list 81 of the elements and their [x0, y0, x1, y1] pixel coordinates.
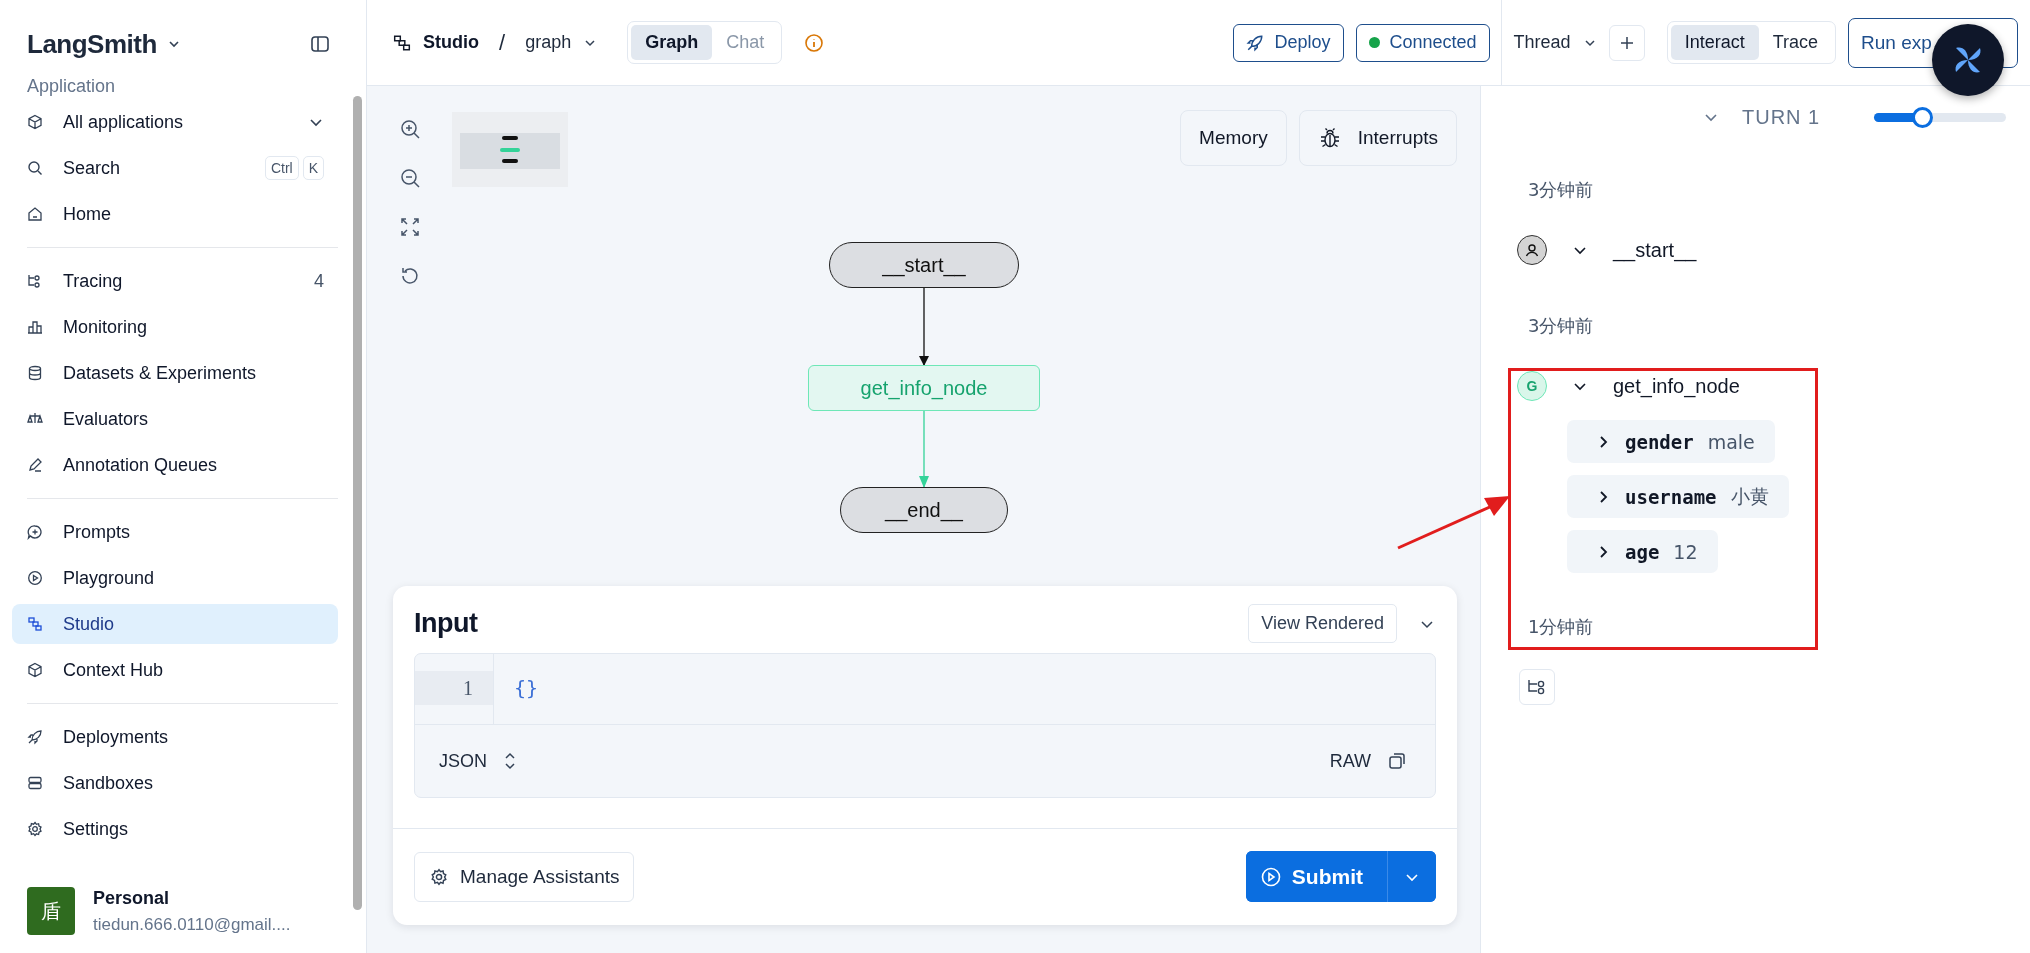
new-thread-button[interactable] [1608, 24, 1645, 61]
fit-view-icon[interactable] [399, 216, 421, 238]
brand-logo[interactable]: LangSmith [27, 28, 157, 60]
sort-arrows-icon[interactable] [503, 752, 517, 770]
turn-label: TURN 1 [1742, 105, 1822, 129]
shortcut-key: Ctrl [264, 156, 299, 180]
rocket-icon [1246, 33, 1265, 52]
breadcrumb-link[interactable]: Studio [423, 32, 479, 53]
code-editor[interactable]: 1 {} JSON RAW [414, 653, 1436, 798]
search-icon [27, 160, 43, 176]
output-field[interactable]: age 12 [1567, 530, 1718, 573]
user-avatar [1517, 235, 1547, 265]
scrollbar[interactable] [353, 96, 362, 910]
timestamp: 1分钟前 [1527, 615, 1595, 639]
account-switcher[interactable]: 盾 Personal tiedun.666.0110@gmail.... [12, 887, 338, 935]
line-number: 1 [415, 671, 493, 705]
trace-button[interactable] [1519, 669, 1555, 705]
cube-icon [27, 114, 43, 130]
graph-node[interactable]: __start__ [829, 242, 1019, 288]
settings-icon [430, 867, 448, 886]
item-count: 4 [314, 270, 324, 292]
node-avatar: G [1517, 371, 1547, 401]
nav-item[interactable]: Monitoring [12, 307, 338, 347]
input-title: Input [414, 608, 478, 639]
turn-slider[interactable] [1874, 106, 2006, 128]
timestamp: 3分钟前 [1527, 178, 1595, 202]
sidebar-toggle-icon[interactable] [310, 34, 330, 54]
nav-item[interactable]: Context Hub [12, 650, 338, 690]
nav-item[interactable]: Settings [12, 809, 338, 849]
view-rendered-button[interactable]: View Rendered [1248, 604, 1397, 643]
deploy-button[interactable]: Deploy [1233, 23, 1344, 62]
memory-button[interactable]: Memory [1180, 110, 1287, 166]
reset-icon[interactable] [399, 265, 421, 287]
copy-icon[interactable] [1387, 751, 1407, 771]
nav-item[interactable]: Sandboxes [12, 763, 338, 803]
settings-icon [27, 821, 43, 837]
output-field[interactable]: username 小黄 [1567, 475, 1789, 518]
app-selector[interactable]: All applications [12, 102, 338, 142]
mode-tab[interactable]: Interact [1670, 25, 1759, 60]
prompts-icon [27, 524, 43, 540]
raw-toggle[interactable]: RAW [1329, 750, 1371, 772]
breadcrumb-separator: / [499, 29, 506, 56]
playground-icon [27, 570, 43, 586]
account-name: Personal [93, 887, 171, 909]
info-icon[interactable] [804, 32, 825, 53]
output-field[interactable]: gender male [1567, 420, 1775, 463]
nav-item[interactable]: Home [12, 194, 338, 234]
mode-tab[interactable]: Trace [1758, 25, 1832, 60]
submit-button[interactable]: Submit [1245, 851, 1388, 902]
nav-item[interactable]: Annotation Queues [12, 445, 338, 485]
monitoring-icon [27, 319, 43, 335]
account-avatar: 盾 [27, 887, 75, 935]
zoom-in-icon[interactable] [399, 118, 421, 140]
run-name[interactable]: __start__ [1613, 238, 1697, 262]
run-name[interactable]: get_info_node [1613, 374, 1740, 398]
format-selector[interactable]: JSON [439, 750, 487, 772]
graph-selector[interactable]: graph [525, 32, 572, 53]
play-icon [1259, 865, 1282, 888]
shortcut-key: K [302, 156, 324, 180]
graph-node[interactable]: __end__ [840, 487, 1008, 533]
section-label: Application [26, 75, 117, 98]
manage-assistants-button[interactable]: Manage Assistants [414, 851, 635, 902]
floating-action-button[interactable] [1932, 24, 2004, 96]
zoom-out-icon[interactable] [399, 167, 421, 189]
home-icon [27, 206, 43, 222]
connection-status-button[interactable]: Connected [1355, 23, 1490, 62]
thread-selector[interactable]: Thread [1513, 32, 1571, 53]
search-item[interactable]: Search Ctrl K [12, 148, 338, 188]
nav-item[interactable]: Evaluators [12, 399, 338, 439]
nav-item[interactable]: Playground [12, 558, 338, 598]
plus-icon [1618, 34, 1635, 51]
nav-item[interactable]: Studio [12, 604, 338, 644]
nav-item[interactable]: Tracing 4 [12, 261, 338, 301]
nav-item[interactable]: Deployments [12, 717, 338, 757]
nav-item[interactable]: Prompts [12, 512, 338, 552]
nav-item[interactable]: Datasets & Experiments [12, 353, 338, 393]
timestamp: 3分钟前 [1527, 314, 1595, 338]
code-line: {} [514, 675, 539, 702]
view-tab[interactable]: Graph [631, 25, 713, 60]
interrupts-button[interactable]: Interrupts [1298, 110, 1457, 166]
account-email: tiedun.666.0110@gmail.... [93, 914, 291, 935]
